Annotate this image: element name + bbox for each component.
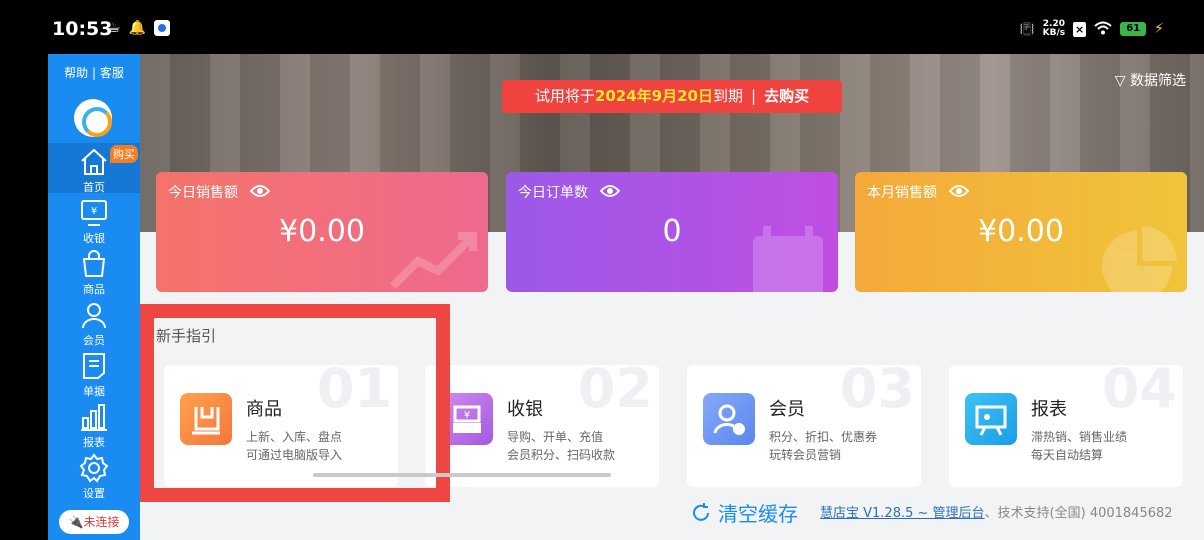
guide-desc: 积分、折扣、优惠券 xyxy=(769,430,878,444)
sidebar-item-label: 首页 xyxy=(83,181,105,194)
guide-desc: 会员积分、扫码收款 xyxy=(507,448,616,462)
receipt-icon xyxy=(83,353,105,379)
screen: 10:53 ☕ 🔔 📳 2.20 KB/s × 61 ⚡ 帮助 | 客服 首页 xyxy=(0,0,1204,540)
stat-title: 本月销售额 xyxy=(867,185,937,201)
sidebar-item-home[interactable]: 首页 购买 xyxy=(48,143,140,194)
user-icon xyxy=(82,303,106,329)
member-icon xyxy=(703,393,755,445)
gesture-home-bar[interactable] xyxy=(313,473,611,477)
buy-badge[interactable]: 购买 xyxy=(110,145,138,163)
sidebar-item-receipts[interactable]: 单据 xyxy=(48,347,140,398)
trial-prefix: 试用将于 xyxy=(534,87,595,105)
charging-icon: ⚡ xyxy=(1154,21,1164,37)
pie-chart-icon xyxy=(1102,226,1177,292)
app-notification-icon xyxy=(154,20,170,36)
status-time: 10:53 xyxy=(52,18,113,40)
connect-status-label: 未连接 xyxy=(83,515,120,529)
net-speed-unit: KB/s xyxy=(1042,28,1066,38)
trend-chart-icon xyxy=(390,232,477,289)
footer-info: 慧店宝 V1.28.5 ~ 管理后台、技术支持(全国) 4001845682 xyxy=(820,502,1173,521)
eye-icon[interactable] xyxy=(600,184,620,198)
guide-card-members[interactable]: 03 会员 积分、折扣、优惠券 玩转会员营销 xyxy=(687,365,921,487)
sidebar: 帮助 | 客服 首页 购买 ¥ 收银 商品 会员 单据 报表 设置 🔌未连接 xyxy=(48,54,140,540)
sidebar-item-members[interactable]: 会员 xyxy=(48,296,140,347)
clear-cache-label: 清空缓存 xyxy=(718,502,798,526)
sidebar-item-label: 单据 xyxy=(83,385,105,398)
sidebar-item-label: 会员 xyxy=(83,334,105,347)
filter-label: 数据筛选 xyxy=(1130,73,1186,89)
system-icons: 📳 2.20 KB/s × 61 ⚡ xyxy=(1020,20,1164,38)
sidebar-item-label: 商品 xyxy=(83,283,105,296)
trial-separator: | xyxy=(751,87,757,105)
trial-date: 2024年9月20日 xyxy=(594,87,713,105)
guide-desc: 滞热销、销售业绩 xyxy=(1031,430,1128,444)
guide-name: 收银 xyxy=(507,399,543,420)
go-buy-link[interactable]: 去购买 xyxy=(764,87,809,105)
help-service-link[interactable]: 帮助 | 客服 xyxy=(48,64,140,81)
sidebar-item-cashier[interactable]: ¥ 收银 xyxy=(48,194,140,245)
stat-card-today-orders[interactable]: 今日订单数 0 xyxy=(506,172,838,292)
filter-icon: ▽ xyxy=(1114,73,1126,89)
battery-icon: 61 xyxy=(1120,22,1147,36)
bag-icon xyxy=(82,250,106,277)
sidebar-item-label: 收银 xyxy=(83,232,105,245)
sidebar-item-label: 设置 xyxy=(83,487,105,500)
stat-card-today-sales[interactable]: 今日销售额 ¥0.00 xyxy=(156,172,488,292)
sidebar-item-reports[interactable]: 报表 xyxy=(48,398,140,449)
guide-desc: 玩转会员营销 xyxy=(769,448,842,462)
guide-number: 03 xyxy=(839,365,915,420)
gear-icon xyxy=(79,453,109,483)
bar-chart-icon xyxy=(81,404,107,431)
status-bar: 10:53 ☕ 🔔 📳 2.20 KB/s × 61 ⚡ xyxy=(0,0,1204,54)
vibrate-icon: 📳 xyxy=(1019,22,1035,36)
data-filter-button[interactable]: ▽ 数据筛选 xyxy=(1115,70,1186,90)
sidebar-item-label: 报表 xyxy=(83,436,105,449)
presentation-icon xyxy=(965,393,1017,445)
guide-card-cashier[interactable]: 02 ¥ 收银 导购、开单、充值 会员积分、扫码收款 xyxy=(425,365,659,487)
sidebar-item-products[interactable]: 商品 xyxy=(48,245,140,296)
printer-connect-button[interactable]: 🔌未连接 xyxy=(59,510,129,534)
wifi-icon xyxy=(1094,21,1112,38)
notification-icons: ☕ 🔔 xyxy=(108,20,170,36)
refresh-icon xyxy=(693,502,709,521)
app-logo xyxy=(74,99,112,137)
clear-cache-button[interactable]: 清空缓存 xyxy=(690,498,798,527)
version-admin-link[interactable]: 慧店宝 V1.28.5 ~ 管理后台 xyxy=(820,506,985,521)
close-box-icon: × xyxy=(1073,21,1087,37)
stat-title: 今日订单数 xyxy=(518,185,588,201)
cashier-icon: ¥ xyxy=(81,200,107,226)
trial-banner[interactable]: 试用将于2024年9月20日到期 | 去购买 xyxy=(502,80,842,113)
calendar-icon xyxy=(753,226,823,292)
svg-text:¥: ¥ xyxy=(464,410,470,421)
guide-number: 02 xyxy=(577,365,653,420)
disconnect-icon: 🔌 xyxy=(68,515,84,529)
net-speed: 2.20 KB/s xyxy=(1043,20,1065,38)
svg-text:¥: ¥ xyxy=(91,206,97,217)
stat-card-month-sales[interactable]: 本月销售额 ¥0.00 xyxy=(855,172,1187,292)
bell-icon: 🔔 xyxy=(128,20,146,36)
teapot-icon: ☕ xyxy=(108,20,121,36)
guide-number: 04 xyxy=(1101,365,1177,420)
stat-title: 今日销售额 xyxy=(168,185,238,201)
home-icon xyxy=(81,148,107,175)
guide-name: 报表 xyxy=(1031,399,1067,420)
guide-name: 会员 xyxy=(769,399,805,420)
eye-icon[interactable] xyxy=(250,184,270,198)
sidebar-item-settings[interactable]: 设置 xyxy=(48,449,140,500)
guide-desc: 每天自动结算 xyxy=(1031,448,1104,462)
trial-suffix: 到期 xyxy=(712,87,743,105)
support-text: 、技术支持(全国) 4001845682 xyxy=(984,506,1173,521)
guide-card-reports[interactable]: 04 报表 滞热销、销售业绩 每天自动结算 xyxy=(949,365,1183,487)
eye-icon[interactable] xyxy=(949,184,969,198)
main-content: 试用将于2024年9月20日到期 | 去购买 ▽ 数据筛选 今日销售额 ¥0.00 … xyxy=(140,54,1204,540)
guide-desc: 导购、开单、充值 xyxy=(507,430,604,444)
